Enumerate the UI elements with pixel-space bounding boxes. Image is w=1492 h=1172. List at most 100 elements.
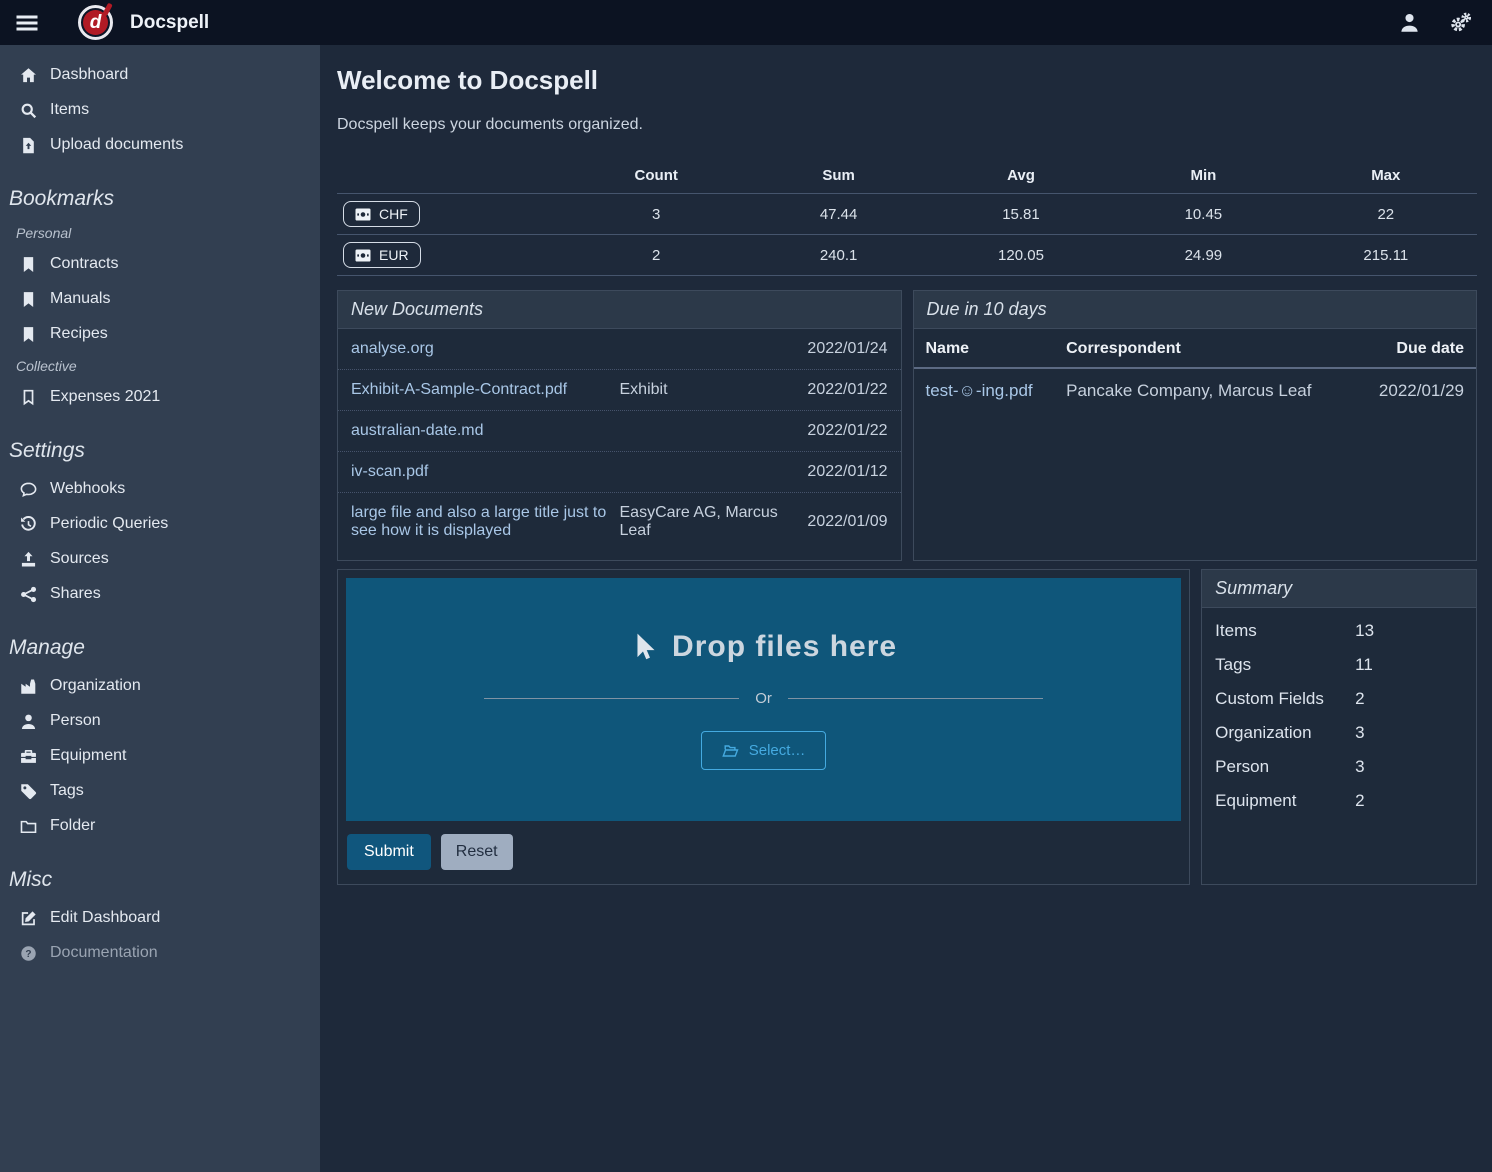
upload-panel: Drop files here Or Select… xyxy=(337,569,1190,885)
document-meta: EasyCare AG, Marcus Leaf xyxy=(620,504,788,540)
docspell-logo-icon[interactable]: d xyxy=(78,5,113,40)
sidebar-item-label: Periodic Queries xyxy=(50,515,168,533)
sidebar-item-items[interactable]: Items xyxy=(0,93,320,127)
stat-max: 22 xyxy=(1295,194,1477,235)
sidebar-item-edit-dashboard[interactable]: Edit Dashboard xyxy=(0,901,320,935)
toolbox-icon xyxy=(20,748,37,765)
sidebar-item-label: Upload documents xyxy=(50,136,183,154)
summary-list: Items 13 Tags 11 Custom Fields 2 Organ xyxy=(1202,608,1476,824)
currency-badge[interactable]: EUR xyxy=(343,242,421,268)
due-header-row: Name Correspondent Due date xyxy=(914,331,1477,368)
new-documents-panel: New Documents analyse.org 2022/01/24 Exh… xyxy=(337,290,902,561)
currency-label: EUR xyxy=(379,247,409,263)
stats-header-max: Max xyxy=(1295,158,1477,194)
sidebar-item-bookmark-expenses-2021[interactable]: Expenses 2021 xyxy=(0,380,320,414)
panels-row-2: Drop files here Or Select… xyxy=(337,569,1477,885)
or-label: Or xyxy=(755,690,772,707)
new-documents-list: analyse.org 2022/01/24 Exhibit-A-Sample-… xyxy=(338,329,901,551)
sidebar-item-sources[interactable]: Sources xyxy=(0,542,320,576)
mouse-pointer-icon xyxy=(630,632,656,662)
sidebar-item-webhooks[interactable]: Webhooks xyxy=(0,472,320,506)
history-icon xyxy=(20,516,37,533)
summary-row: Custom Fields 2 xyxy=(1202,682,1476,716)
submit-button[interactable]: Submit xyxy=(347,834,431,870)
summary-row: Items 13 xyxy=(1202,614,1476,648)
stats-row-chf: CHF 3 47.44 15.81 10.45 22 xyxy=(337,194,1477,235)
document-row: australian-date.md 2022/01/22 xyxy=(338,411,901,452)
sidebar-item-organization[interactable]: Organization xyxy=(0,669,320,703)
document-date: 2022/01/22 xyxy=(794,422,888,440)
document-meta: Exhibit xyxy=(620,381,788,399)
summary-value: 3 xyxy=(1355,757,1463,777)
cogs-icon[interactable] xyxy=(1450,12,1471,33)
due-header-name: Name xyxy=(914,331,1055,368)
stat-min: 10.45 xyxy=(1112,194,1294,235)
summary-row: Person 3 xyxy=(1202,750,1476,784)
sidebar-item-documentation[interactable]: ? Documentation xyxy=(0,936,320,970)
document-link[interactable]: analyse.org xyxy=(351,340,614,358)
sidebar-item-person[interactable]: Person xyxy=(0,704,320,738)
due-date: 2022/01/29 xyxy=(1347,368,1476,413)
document-link[interactable]: iv-scan.pdf xyxy=(351,463,614,481)
money-bill-icon xyxy=(355,249,371,262)
home-icon xyxy=(20,67,37,84)
summary-value: 3 xyxy=(1355,723,1463,743)
dropzone-title-row: Drop files here xyxy=(630,630,897,664)
divider-line xyxy=(788,698,1043,699)
document-link[interactable]: large file and also a large title just t… xyxy=(351,504,614,540)
summary-panel: Summary Items 13 Tags 11 Custom Fields 2 xyxy=(1201,569,1477,885)
user-icon[interactable] xyxy=(1399,12,1420,33)
document-date: 2022/01/09 xyxy=(794,513,888,531)
sidebar-item-label: Shares xyxy=(50,585,101,603)
divider-line xyxy=(484,698,739,699)
page-subtitle: Docspell keeps your documents organized. xyxy=(337,116,1477,134)
currency-badge[interactable]: CHF xyxy=(343,201,420,227)
sidebar-item-tags[interactable]: Tags xyxy=(0,774,320,808)
sidebar-subheading-collective: Collective xyxy=(0,352,320,379)
stat-sum: 47.44 xyxy=(747,194,929,235)
sidebar-item-label: Contracts xyxy=(50,255,118,273)
sidebar-item-periodic-queries[interactable]: Periodic Queries xyxy=(0,507,320,541)
main-content: Welcome to Docspell Docspell keeps your … xyxy=(320,45,1492,1172)
document-link[interactable]: australian-date.md xyxy=(351,422,614,440)
document-link[interactable]: Exhibit-A-Sample-Contract.pdf xyxy=(351,381,614,399)
bookmark-icon xyxy=(20,256,37,273)
document-row: analyse.org 2022/01/24 xyxy=(338,329,901,370)
reset-button[interactable]: Reset xyxy=(441,834,513,870)
sidebar-item-label: Webhooks xyxy=(50,480,125,498)
sidebar-item-bookmark-manuals[interactable]: Manuals xyxy=(0,282,320,316)
select-files-button[interactable]: Select… xyxy=(701,731,827,770)
currency-label: CHF xyxy=(379,206,408,222)
sidebar-item-shares[interactable]: Shares xyxy=(0,577,320,611)
file-dropzone[interactable]: Drop files here Or Select… xyxy=(346,578,1181,821)
sidebar-item-upload-documents[interactable]: Upload documents xyxy=(0,128,320,162)
summary-value: 2 xyxy=(1355,689,1463,709)
summary-value: 2 xyxy=(1355,791,1463,811)
document-date: 2022/01/22 xyxy=(794,381,888,399)
sidebar-item-label: Recipes xyxy=(50,325,108,343)
upload-icon xyxy=(20,551,37,568)
stat-count: 3 xyxy=(565,194,747,235)
document-date: 2022/01/12 xyxy=(794,463,888,481)
sidebar-item-dashboard[interactable]: Dasbhoard xyxy=(0,58,320,92)
sidebar-item-label: Expenses 2021 xyxy=(50,388,160,406)
sidebar-item-bookmark-contracts[interactable]: Contracts xyxy=(0,247,320,281)
summary-label: Person xyxy=(1215,757,1355,777)
sidebar-item-label: Sources xyxy=(50,550,109,568)
sidebar-item-equipment[interactable]: Equipment xyxy=(0,739,320,773)
due-document-link[interactable]: test-☺-ing.pdf xyxy=(914,368,1055,413)
industry-icon xyxy=(20,678,37,695)
stats-header-row: Count Sum Avg Min Max xyxy=(337,158,1477,194)
menu-icon[interactable] xyxy=(15,11,39,35)
bookmark-icon xyxy=(20,326,37,343)
due-panel-title: Due in 10 days xyxy=(914,291,1477,329)
summary-row: Tags 11 xyxy=(1202,648,1476,682)
sidebar-item-bookmark-recipes[interactable]: Recipes xyxy=(0,317,320,351)
summary-row: Organization 3 xyxy=(1202,716,1476,750)
sidebar-item-folder[interactable]: Folder xyxy=(0,809,320,843)
panels-row-1: New Documents analyse.org 2022/01/24 Exh… xyxy=(337,290,1477,561)
sidebar-item-label: Folder xyxy=(50,817,95,835)
stat-count: 2 xyxy=(565,235,747,276)
search-icon xyxy=(20,102,37,119)
summary-value: 11 xyxy=(1355,655,1463,675)
